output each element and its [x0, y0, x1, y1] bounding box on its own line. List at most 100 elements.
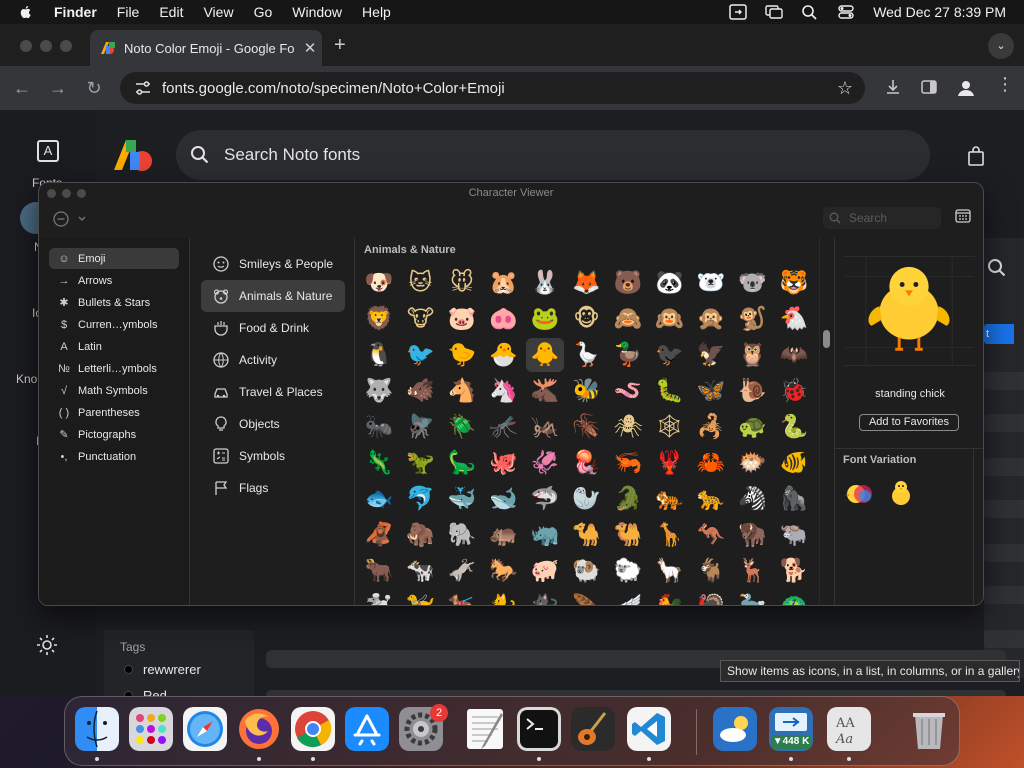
garageband-dock-icon[interactable]: [571, 707, 615, 751]
tab-close-icon[interactable]: ✕: [298, 39, 322, 57]
textedit-dock-icon[interactable]: [463, 707, 507, 751]
emoji-cell[interactable]: 🐐: [692, 554, 730, 588]
emoji-cell[interactable]: 🦮: [402, 590, 440, 605]
reload-icon[interactable]: ↻: [82, 76, 106, 100]
emoji-cell[interactable]: 🐤: [443, 338, 481, 372]
character-palette-icon[interactable]: [955, 209, 971, 223]
emoji-cell[interactable]: 🦓: [734, 482, 772, 516]
list-item[interactable]: [984, 544, 1024, 562]
menu-help[interactable]: Help: [362, 4, 391, 20]
emoji-cell[interactable]: 🕸: [651, 410, 689, 444]
emoji-cell[interactable]: 🐍: [775, 410, 813, 444]
menu-file[interactable]: File: [117, 4, 140, 20]
browser-tab[interactable]: Noto Color Emoji - Google Fo ✕: [90, 30, 322, 66]
emoji-cell[interactable]: 🪽: [609, 590, 647, 605]
emoji-cell[interactable]: 🐻‍❄️: [692, 266, 730, 300]
emoji-cell[interactable]: 🐱: [402, 266, 440, 300]
emoji-cell[interactable]: 🙈: [609, 302, 647, 336]
emoji-cell[interactable]: 🐪: [568, 518, 606, 552]
emoji-cell[interactable]: 🦞: [651, 446, 689, 480]
group-symbols[interactable]: Symbols: [201, 440, 345, 472]
emoji-cell[interactable]: 🦣: [402, 518, 440, 552]
emoji-cell[interactable]: 🐯: [775, 266, 813, 300]
emoji-cell[interactable]: 🪱: [609, 374, 647, 408]
emoji-cell[interactable]: 🪰: [402, 410, 440, 444]
emoji-cell[interactable]: 🦁: [360, 302, 398, 336]
list-item[interactable]: [984, 414, 1024, 432]
emoji-cell[interactable]: 🦊: [568, 266, 606, 300]
emoji-cell[interactable]: 🪳: [568, 410, 606, 444]
group-travel-places[interactable]: Travel & Places: [201, 376, 345, 408]
emoji-cell[interactable]: 🐧: [360, 338, 398, 372]
emoji-cell[interactable]: 🦃: [692, 590, 730, 605]
zoom-window-button[interactable]: [60, 40, 72, 52]
emoji-cell[interactable]: 🦧: [360, 518, 398, 552]
emoji-cell[interactable]: 🦂: [692, 410, 730, 444]
emoji-cell[interactable]: 🪿: [568, 338, 606, 372]
emoji-cell[interactable]: 🐬: [402, 482, 440, 516]
emoji-cell[interactable]: 🐂: [360, 554, 398, 588]
emoji-cell[interactable]: 🐈‍⬛: [526, 590, 564, 605]
font-book-dock-icon[interactable]: AAAa: [827, 707, 871, 751]
emoji-grid-scrollbar[interactable]: [819, 238, 833, 605]
menu-window[interactable]: Window: [292, 4, 342, 20]
emoji-cell[interactable]: 🐙: [485, 446, 523, 480]
emoji-cell[interactable]: 🐞: [775, 374, 813, 408]
emoji-cell[interactable]: 🐹: [485, 266, 523, 300]
display-mirror-icon[interactable]: [765, 4, 783, 20]
menu-app-name[interactable]: Finder: [54, 4, 97, 20]
emoji-cell[interactable]: 🐶: [360, 266, 398, 300]
group-activity[interactable]: Activity: [201, 344, 345, 376]
close-window-button[interactable]: [20, 40, 32, 52]
spotlight-search-icon[interactable]: [801, 4, 819, 20]
emoji-cell[interactable]: 🐆: [692, 482, 730, 516]
emoji-cell[interactable]: 🐣: [485, 338, 523, 372]
minimize-window-button[interactable]: [40, 40, 52, 52]
emoji-cell[interactable]: 🦅: [692, 338, 730, 372]
emoji-cell[interactable]: 🦚: [775, 590, 813, 605]
scrollbar-thumb[interactable]: [823, 330, 830, 348]
list-item[interactable]: [984, 586, 1024, 604]
emoji-cell[interactable]: 🐫: [609, 518, 647, 552]
emoji-cell[interactable]: 🦄: [485, 374, 523, 408]
theme-toggle-sun-icon[interactable]: [36, 634, 58, 656]
list-item[interactable]: [984, 500, 1024, 518]
emoji-cell[interactable]: 🐔: [775, 302, 813, 336]
emoji-cell[interactable]: 🦐: [609, 446, 647, 480]
shopping-bag-icon[interactable]: [966, 146, 986, 166]
emoji-cell[interactable]: 🐌: [734, 374, 772, 408]
emoji-cell[interactable]: 🐦‍⬛: [651, 338, 689, 372]
emoji-cell[interactable]: 🐼: [651, 266, 689, 300]
emoji-cell[interactable]: 🐢: [734, 410, 772, 444]
emoji-cell[interactable]: 🐈: [485, 590, 523, 605]
emoji-cell[interactable]: 🐋: [485, 482, 523, 516]
add-to-favorites-button[interactable]: Add to Favorites: [859, 414, 959, 431]
finder-dock-icon[interactable]: [75, 707, 119, 751]
search-icon[interactable]: [987, 258, 1007, 278]
category-letterlike[interactable]: № Letterli…ymbols: [49, 358, 179, 379]
category-arrows[interactable]: → Arrows: [49, 270, 179, 291]
category-currency[interactable]: $ Curren…ymbols: [49, 314, 179, 335]
category-math[interactable]: √ Math Symbols: [49, 380, 179, 401]
group-flags[interactable]: Flags: [201, 472, 345, 504]
menu-go[interactable]: Go: [254, 4, 273, 20]
emoji-cell[interactable]: 🐩: [360, 590, 398, 605]
emoji-cell[interactable]: 🦉: [734, 338, 772, 372]
emoji-cell[interactable]: 🐕‍🦺: [443, 590, 481, 605]
tag-item[interactable]: Red: [124, 688, 167, 696]
emoji-cell[interactable]: 🐒: [734, 302, 772, 336]
emoji-cell[interactable]: 🦀: [692, 446, 730, 480]
google-fonts-logo[interactable]: [112, 138, 156, 172]
emoji-cell[interactable]: 🦘: [692, 518, 730, 552]
emoji-cell[interactable]: 🐅: [651, 482, 689, 516]
list-item[interactable]: [984, 458, 1024, 476]
launchpad-dock-icon[interactable]: [129, 707, 173, 751]
firefox-dock-icon[interactable]: [237, 707, 281, 751]
back-arrow-icon[interactable]: ←: [10, 76, 34, 100]
list-item[interactable]: [984, 372, 1024, 390]
emoji-cell[interactable]: 🐗: [402, 374, 440, 408]
emoji-cell[interactable]: 🙊: [692, 302, 730, 336]
emoji-cell[interactable]: 🦏: [526, 518, 564, 552]
emoji-cell[interactable]: 🐵: [568, 302, 606, 336]
category-latin[interactable]: A Latin: [49, 336, 179, 357]
